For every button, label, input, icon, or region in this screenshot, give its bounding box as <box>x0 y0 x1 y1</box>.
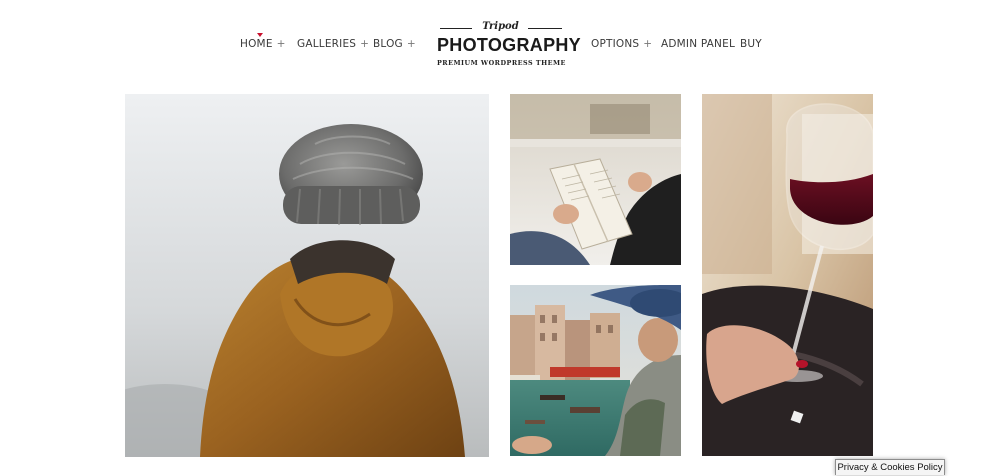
logo-title: PHOTOGRAPHY <box>437 35 581 55</box>
photo-reading-image <box>510 94 681 265</box>
logo-tagline: PREMIUM WORDPRESS THEME <box>437 59 566 67</box>
expand-plus-icon: + <box>360 38 370 50</box>
nav-item-blog[interactable]: BLOG + <box>373 38 416 50</box>
site-logo[interactable]: Tripod PHOTOGRAPHY PREMIUM WORDPRESS THE… <box>437 20 581 70</box>
nav-item-label: OPTIONS <box>591 38 640 50</box>
logo-script-text: Tripod <box>482 21 519 32</box>
active-nav-marker <box>257 33 263 37</box>
nav-item-label: ADMIN PANEL <box>661 38 735 50</box>
expand-plus-icon: + <box>643 38 653 50</box>
photo-beanie-jacket-image <box>125 94 489 457</box>
nav-item-galleries[interactable]: GALLERIES + <box>297 38 369 50</box>
nav-item-admin-panel[interactable]: ADMIN PANEL <box>661 38 735 50</box>
nav-item-label: GALLERIES <box>297 38 357 50</box>
expand-plus-icon: + <box>406 38 416 50</box>
gallery-photo-reading[interactable] <box>510 94 681 265</box>
expand-plus-icon: + <box>276 38 286 50</box>
nav-item-label: BUY <box>740 38 762 50</box>
gallery-photo-venice[interactable] <box>510 285 681 456</box>
nav-item-options[interactable]: OPTIONS + <box>591 38 652 50</box>
photo-wine-image <box>702 94 873 456</box>
gallery-photo-beanie-jacket[interactable] <box>125 94 489 457</box>
nav-item-label: BLOG <box>373 38 403 50</box>
photo-venice-image <box>510 285 681 456</box>
gallery-photo-wine[interactable] <box>702 94 873 456</box>
nav-item-home[interactable]: HOME + <box>240 38 286 50</box>
privacy-cookies-button[interactable]: Privacy & Cookies Policy <box>835 459 945 475</box>
nav-item-buy[interactable]: BUY <box>740 38 762 50</box>
nav-item-label: HOME <box>240 38 273 50</box>
